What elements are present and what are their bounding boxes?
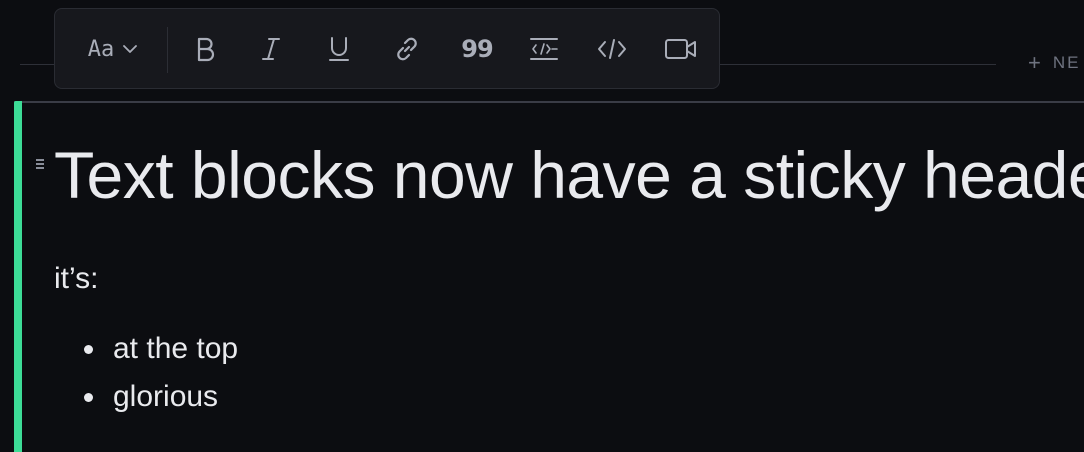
bold-button[interactable] — [189, 33, 221, 65]
quote-button[interactable]: 99 — [459, 33, 495, 65]
italic-icon — [262, 38, 280, 60]
bullet-icon — [84, 392, 93, 402]
list-item[interactable]: glorious — [84, 373, 238, 421]
bullet-list: at the top glorious — [84, 325, 238, 421]
text-format-label: Aa — [87, 36, 115, 62]
video-icon — [665, 39, 696, 59]
bold-icon — [197, 37, 215, 62]
code-button[interactable] — [595, 33, 629, 65]
underline-button[interactable] — [323, 33, 355, 65]
link-button[interactable] — [391, 33, 423, 65]
list-item[interactable]: at the top — [84, 325, 238, 373]
block-heading[interactable]: Text blocks now have a sticky header — [54, 139, 1084, 212]
chevron-down-icon — [123, 45, 138, 53]
formatting-toolbar: Aa 99 — [54, 8, 720, 89]
code-icon — [598, 39, 626, 59]
new-block-label: NE — [1052, 53, 1081, 72]
bullet-icon — [84, 344, 93, 354]
italic-button[interactable] — [255, 33, 287, 65]
link-icon — [397, 37, 417, 61]
toolbar-separator — [167, 27, 168, 73]
code-block-icon — [530, 38, 558, 60]
code-block-button[interactable] — [527, 33, 561, 65]
underline-icon — [329, 37, 349, 61]
editor-screen: + NE Text blocks now have a sticky heade… — [0, 0, 1084, 452]
text-block[interactable]: Text blocks now have a sticky header it’… — [14, 101, 1084, 452]
list-item-text: at the top — [113, 332, 239, 365]
block-accent-bar — [14, 101, 22, 452]
list-item-text: glorious — [113, 380, 219, 413]
plus-icon: + — [1028, 50, 1043, 75]
new-block-button[interactable]: + NE — [1028, 52, 1080, 74]
text-format-dropdown[interactable]: Aa — [79, 33, 147, 65]
video-button[interactable] — [663, 33, 699, 65]
block-paragraph[interactable]: it’s: — [54, 261, 98, 297]
drag-handle-icon[interactable] — [36, 159, 44, 171]
quote-icon: 99 — [461, 35, 493, 63]
